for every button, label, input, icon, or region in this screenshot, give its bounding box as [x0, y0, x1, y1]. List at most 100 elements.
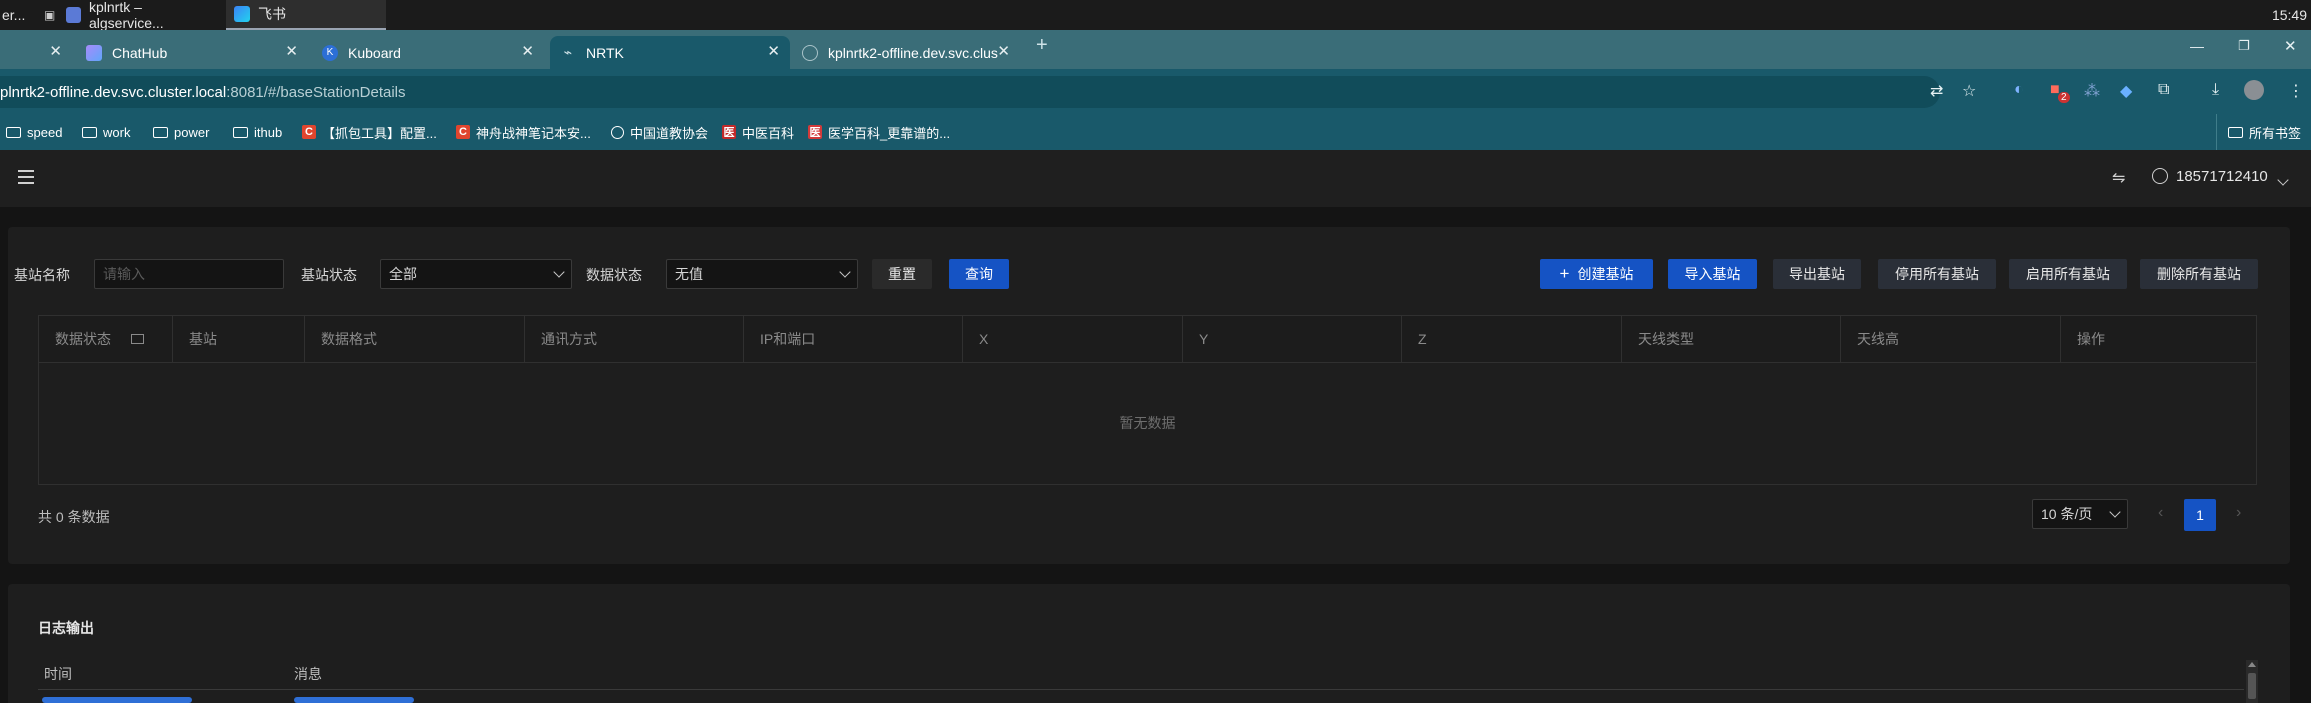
create-station-button[interactable]: + 创建基站 — [1540, 259, 1653, 289]
bookmark-label: 神舟战神笔记本安... — [476, 125, 591, 141]
close-icon[interactable]: ✕ — [767, 42, 780, 60]
bookmark-label: 所有书签 — [2249, 125, 2302, 141]
enable-all-button[interactable]: 启用所有基站 — [2009, 259, 2127, 289]
clock: 15:49 — [2271, 7, 2307, 23]
all-bookmarks[interactable]: 所有书签 — [2228, 114, 2301, 150]
disable-all-button[interactable]: 停用所有基站 — [1878, 259, 1996, 289]
plus-icon: + — [1559, 264, 1570, 283]
folder-icon — [233, 126, 248, 138]
close-icon[interactable]: ✕ — [49, 42, 62, 60]
log-title: 日志输出 — [38, 620, 94, 636]
log-column-message: 消息 — [294, 666, 322, 682]
station-name-input[interactable]: 请输入 — [94, 259, 284, 289]
scrollbar-thumb[interactable] — [2248, 673, 2256, 699]
column-header: 通讯方式 — [525, 316, 744, 362]
bookmark-capture-tool[interactable]: C 【抓包工具】配置... — [302, 114, 437, 150]
comment-icon[interactable] — [131, 334, 144, 344]
taskbar-item-terminal-partial[interactable]: er... — [0, 0, 34, 30]
extensions-puzzle-icon[interactable]: ⧉ — [2158, 81, 2169, 99]
log-scrollbar[interactable] — [2246, 660, 2258, 703]
translate-icon[interactable]: ⇄ — [1930, 81, 1943, 101]
app-header: ⇋ 18571712410 — [0, 150, 2311, 207]
extension-badge: 2 — [2058, 92, 2070, 103]
import-station-button[interactable]: 导入基站 — [1668, 259, 1757, 289]
column-header: IP和端口 — [744, 316, 963, 362]
log-panel: 日志输出 时间 消息 — [8, 584, 2290, 703]
bookmark-label: 【抓包工具】配置... — [322, 125, 437, 141]
bookmark-label: power — [174, 124, 210, 140]
terminal-icon: ▣ — [44, 8, 56, 22]
next-page-icon[interactable]: › — [2236, 504, 2241, 522]
divider — [2216, 114, 2217, 150]
tab-label: Kuboard — [348, 44, 401, 61]
close-window-icon[interactable]: ✕ — [2284, 37, 2297, 55]
csdn-icon: C — [302, 125, 316, 139]
table-header: 数据状态 基站 数据格式 通讯方式 IP和端口 X Y Z 天线类型 天线高 操… — [39, 316, 2256, 363]
chevron-down-icon[interactable] — [2277, 171, 2289, 189]
page-button-1[interactable]: 1 — [2184, 499, 2216, 531]
more-menu-icon[interactable]: ⋮ — [2288, 81, 2304, 101]
close-icon[interactable]: ✕ — [997, 42, 1010, 60]
chevron-down-icon — [839, 266, 851, 278]
folder-icon — [6, 126, 21, 138]
reset-button[interactable]: 重置 — [872, 259, 932, 289]
bookmark-ithub[interactable]: ithub — [233, 114, 282, 150]
folder-icon — [82, 126, 97, 138]
tab-kplnrtk2[interactable]: kplnrtk2-offline.dev.svc.clust ✕ — [792, 36, 1020, 69]
minimize-icon[interactable]: — — [2190, 38, 2204, 54]
bookmark-work[interactable]: work — [82, 114, 130, 150]
bookmark-power[interactable]: power — [153, 114, 209, 150]
bookmark-taoist-association[interactable]: 中国道教协会 — [611, 114, 708, 150]
chathub-icon — [86, 44, 102, 61]
menu-toggle-icon[interactable] — [18, 170, 34, 184]
close-icon[interactable]: ✕ — [285, 42, 298, 60]
csdn-icon: C — [456, 125, 470, 139]
screen-switch-icon[interactable]: ⇋ — [2112, 168, 2125, 188]
extension-blue-icon[interactable]: ◐ — [2014, 81, 2024, 99]
taskbar-item-kplnrtk[interactable]: ▣ kplnrtk – algservice... — [36, 0, 224, 31]
bookmark-star-icon[interactable]: ☆ — [1962, 81, 1976, 101]
bookmark-hasee-laptop[interactable]: C 神舟战神笔记本安... — [456, 114, 591, 150]
tcm-icon: 医 — [722, 125, 736, 139]
log-column-time: 时间 — [44, 666, 72, 682]
prev-page-icon[interactable]: ‹ — [2158, 504, 2163, 522]
extension-grid-icon[interactable]: ⁂ — [2084, 81, 2100, 101]
bookmark-speed[interactable]: speed — [6, 114, 62, 150]
new-tab-button[interactable]: + — [1036, 34, 1048, 57]
taskbar-item-label: er... — [2, 7, 26, 23]
download-icon[interactable]: ⤓ — [2212, 81, 2219, 99]
data-status-value: 无值 — [675, 266, 703, 282]
column-header: Z — [1402, 316, 1622, 362]
bookmark-medical-wiki[interactable]: 医 医学百科_更靠谱的... — [808, 114, 950, 150]
tab-chathub[interactable]: ChatHub ✕ — [76, 36, 308, 69]
station-status-select[interactable]: 全部 — [380, 259, 572, 289]
station-name-label: 基站名称 — [14, 267, 70, 283]
user-phone[interactable]: 18571712410 — [2176, 168, 2268, 185]
address-bar[interactable]: plnrtk2-offline.dev.svc.cluster.local:80… — [0, 76, 1940, 108]
data-status-select[interactable]: 无值 — [666, 259, 858, 289]
tab-kuboard[interactable]: K Kuboard ✕ — [312, 36, 544, 69]
button-label: 创建基站 — [1577, 266, 1634, 282]
chevron-down-icon — [553, 266, 565, 278]
column-header: 基站 — [173, 316, 305, 362]
column-header: 操作 — [2077, 331, 2105, 347]
profile-avatar[interactable] — [2244, 80, 2264, 100]
export-station-button[interactable]: 导出基站 — [1773, 259, 1861, 289]
data-status-label: 数据状态 — [586, 267, 642, 283]
taskbar-item-feishu[interactable]: 飞书 — [226, 0, 386, 30]
tab-partial[interactable]: ✕ — [0, 36, 72, 69]
column-header: 数据状态 — [39, 316, 173, 362]
delete-all-button[interactable]: 删除所有基站 — [2140, 259, 2258, 289]
close-icon[interactable]: ✕ — [521, 42, 534, 60]
bookmark-tcm-wiki[interactable]: 医 中医百科 — [722, 114, 794, 150]
restore-icon[interactable]: ❐ — [2238, 38, 2250, 54]
tab-nrtk[interactable]: ⌁ NRTK ✕ — [550, 36, 790, 69]
feishu-icon — [234, 6, 250, 22]
station-status-label: 基站状态 — [301, 267, 357, 283]
page-size-select[interactable]: 10 条/页 — [2032, 499, 2128, 529]
satellite-dish-icon: ⌁ — [563, 44, 573, 60]
divider — [38, 689, 2244, 690]
extension-gem-icon[interactable]: ◆ — [2120, 81, 2132, 101]
query-button[interactable]: 查询 — [949, 259, 1009, 289]
scroll-up-icon[interactable] — [2248, 662, 2256, 667]
